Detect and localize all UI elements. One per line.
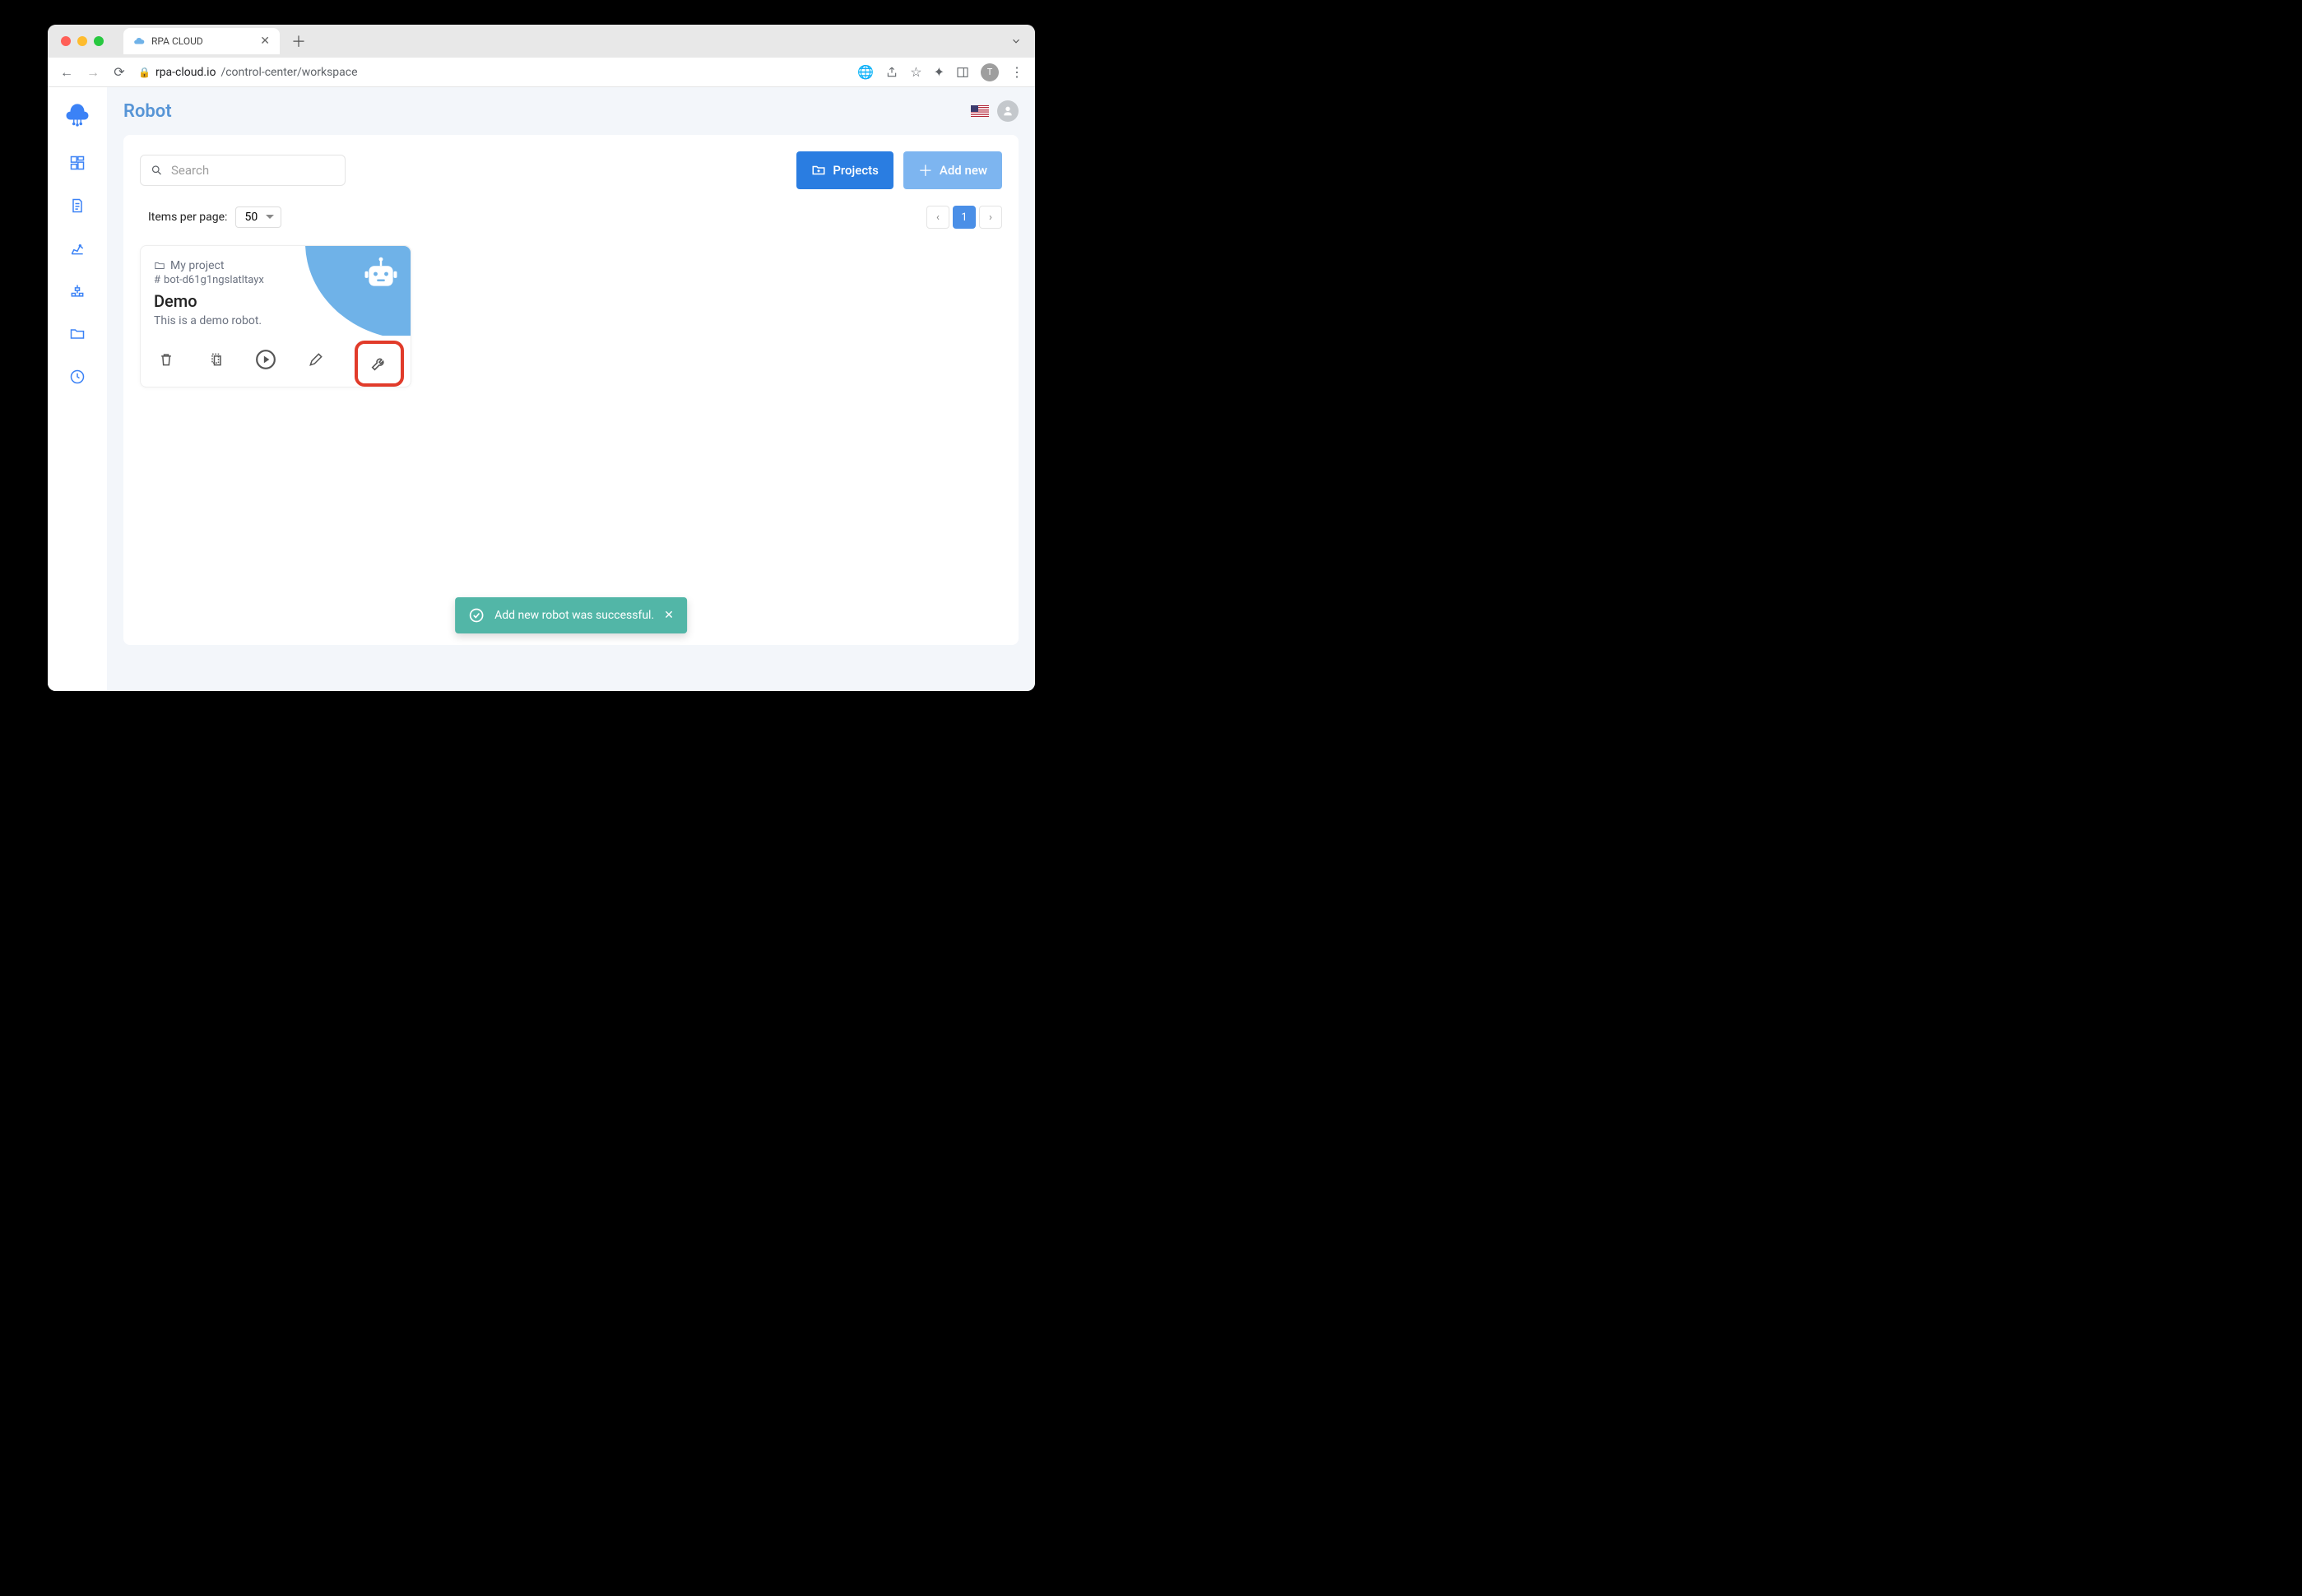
sidebar-dashboard[interactable] <box>67 153 87 173</box>
sidebar-robot[interactable] <box>67 239 87 258</box>
back-button[interactable]: ← <box>59 64 74 81</box>
trash-icon <box>158 351 174 368</box>
minimize-window-icon[interactable] <box>77 36 87 46</box>
sidebar <box>48 87 107 691</box>
projects-button[interactable]: Projects <box>796 151 893 189</box>
tab-title: RPA CLOUD <box>151 35 203 47</box>
logo[interactable] <box>63 99 91 130</box>
person-icon <box>1001 104 1014 118</box>
page-next[interactable]: › <box>979 206 1002 229</box>
user-avatar[interactable] <box>997 100 1019 122</box>
sidebar-folder[interactable] <box>67 324 87 344</box>
url-domain: rpa-cloud.io <box>155 66 216 79</box>
sidebar-flow[interactable] <box>67 281 87 301</box>
search-input[interactable] <box>171 163 335 178</box>
main-content: Robot Proje <box>107 87 1035 691</box>
sidebar-history[interactable] <box>67 367 87 387</box>
window-controls <box>61 36 104 46</box>
translate-icon[interactable]: 🌐 <box>857 64 874 80</box>
maximize-window-icon[interactable] <box>94 36 104 46</box>
duplicate-button[interactable] <box>206 349 227 370</box>
address-bar: ← → ⟳ 🔒 rpa-cloud.io/control-center/work… <box>48 58 1035 87</box>
extensions-icon[interactable]: ✦ <box>934 64 944 80</box>
items-per-page-label: Items per page: <box>148 211 227 224</box>
robot-icon <box>360 253 402 295</box>
folder-icon <box>154 260 165 271</box>
add-new-button[interactable]: ＋ Add new <box>903 151 1002 189</box>
robot-card: My project # bot-d61g1ngslatltayx Demo T… <box>140 245 411 387</box>
search-icon <box>151 162 163 179</box>
browser-tab[interactable]: RPA CLOUD ✕ <box>123 28 280 54</box>
content-panel: Projects ＋ Add new Items per page: 50 ‹ … <box>123 135 1019 645</box>
forward-button[interactable]: → <box>86 64 100 81</box>
new-tab-button[interactable]: ＋ <box>291 30 306 52</box>
search-box[interactable] <box>140 155 346 186</box>
success-toast: Add new robot was successful. ✕ <box>455 597 687 633</box>
url-path: /control-center/workspace <box>220 66 357 79</box>
folder-open-icon <box>811 163 826 178</box>
wrench-icon <box>370 355 388 373</box>
lock-icon: 🔒 <box>138 67 151 78</box>
browser-tab-bar: RPA CLOUD ✕ ＋ <box>48 25 1035 58</box>
toolbar: Projects ＋ Add new <box>140 151 1002 189</box>
locale-flag-icon[interactable] <box>971 105 989 117</box>
more-icon[interactable]: ⋮ <box>1010 64 1023 80</box>
page-current[interactable]: 1 <box>953 206 976 229</box>
star-icon[interactable]: ☆ <box>910 64 921 80</box>
copy-icon <box>208 351 225 368</box>
profile-avatar[interactable]: T <box>981 63 999 81</box>
browser-actions: 🌐 ☆ ✦ T ⋮ <box>857 63 1023 81</box>
hash-icon: # <box>154 274 160 286</box>
sidebar-document[interactable] <box>67 196 87 216</box>
url-display[interactable]: 🔒 rpa-cloud.io/control-center/workspace <box>138 66 846 79</box>
plus-icon: ＋ <box>918 160 933 181</box>
share-icon[interactable] <box>885 66 898 79</box>
check-circle-icon <box>468 607 485 624</box>
page-header: Robot <box>123 100 1019 122</box>
list-controls: Items per page: 50 ‹ 1 › <box>148 206 1002 229</box>
delete-button[interactable] <box>155 349 177 370</box>
cloud-icon <box>133 35 145 47</box>
chevron-down-icon[interactable] <box>1010 35 1022 47</box>
edit-button[interactable] <box>305 349 327 370</box>
toast-close-icon[interactable]: ✕ <box>664 609 674 622</box>
settings-button-highlighted[interactable] <box>355 341 404 387</box>
reload-button[interactable]: ⟳ <box>112 64 127 80</box>
card-actions <box>141 336 411 387</box>
play-icon <box>255 346 276 373</box>
close-tab-icon[interactable]: ✕ <box>260 35 270 48</box>
pencil-icon <box>308 351 324 368</box>
panel-icon[interactable] <box>956 66 969 79</box>
page-prev[interactable]: ‹ <box>926 206 949 229</box>
play-button[interactable] <box>255 349 276 370</box>
app-body: Robot Proje <box>48 87 1035 691</box>
toast-message: Add new robot was successful. <box>494 609 654 622</box>
items-per-page-select[interactable]: 50 <box>235 206 281 228</box>
page-title: Robot <box>123 101 172 122</box>
browser-window: RPA CLOUD ✕ ＋ ← → ⟳ 🔒 rpa-cloud.io/contr… <box>48 25 1035 691</box>
pagination: ‹ 1 › <box>926 206 1002 229</box>
close-window-icon[interactable] <box>61 36 71 46</box>
